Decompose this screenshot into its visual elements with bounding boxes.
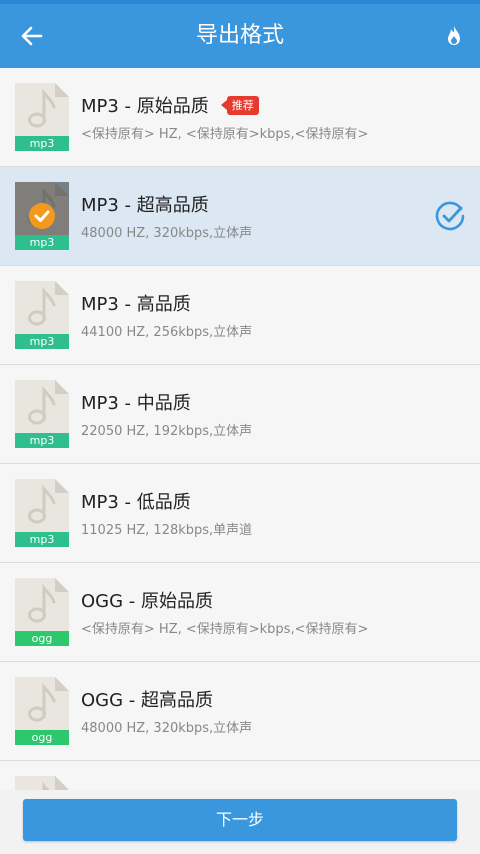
file-icon: mp3 bbox=[15, 479, 69, 547]
file-icon: ogg bbox=[15, 677, 69, 745]
format-desc: 11025 HZ, 128kbps,单声道 bbox=[81, 523, 253, 538]
format-desc: <保持原有> HZ, <保持原有>kbps,<保持原有> bbox=[81, 127, 369, 142]
flame-icon[interactable] bbox=[442, 24, 466, 48]
format-item[interactable]: mp3 MP3 - 中品质 22050 HZ, 192kbps,立体声 bbox=[0, 365, 480, 464]
format-name: OGG - 超高品质 bbox=[81, 690, 214, 711]
page-title: 导出格式 bbox=[195, 23, 284, 48]
file-ext-label: ogg bbox=[15, 730, 69, 745]
format-name: MP3 - 原始品质 bbox=[81, 96, 209, 117]
format-name: OGG - 原始品质 bbox=[81, 591, 214, 612]
format-text: MP3 - 原始品质 推荐 <保持原有> HZ, <保持原有>kbps,<保持原有> bbox=[81, 92, 480, 142]
format-item[interactable]: ogg OGG - 超高品质 48000 HZ, 320kbps,立体声 bbox=[0, 662, 480, 761]
format-item[interactable]: mp3 MP3 - 低品质 11025 HZ, 128kbps,单声道 bbox=[0, 464, 480, 563]
selected-check-icon bbox=[435, 201, 465, 231]
file-icon: mp3 bbox=[15, 182, 69, 250]
format-name: MP3 - 超高品质 bbox=[81, 195, 209, 216]
file-ext-label: mp3 bbox=[15, 433, 69, 448]
next-step-button[interactable]: 下一步 bbox=[23, 799, 457, 841]
file-ext-label: mp3 bbox=[15, 136, 69, 151]
format-item[interactable]: mp3 MP3 - 超高品质 48000 HZ, 320kbps,立体声 bbox=[0, 167, 480, 266]
format-name: MP3 - 低品质 bbox=[81, 492, 191, 513]
format-text: MP3 - 低品质 11025 HZ, 128kbps,单声道 bbox=[81, 488, 480, 538]
file-ext-label: ogg bbox=[15, 631, 69, 646]
recommend-badge: 推荐 bbox=[220, 95, 259, 115]
file-ext-label: mp3 bbox=[15, 235, 69, 250]
file-icon: ogg bbox=[15, 578, 69, 646]
file-icon: mp3 bbox=[15, 380, 69, 448]
bottom-bar: 下一步 bbox=[0, 790, 480, 854]
format-desc: 48000 HZ, 320kbps,立体声 bbox=[81, 226, 253, 241]
check-circle-icon bbox=[29, 203, 55, 229]
format-item[interactable]: mp3 MP3 - 原始品质 推荐 <保持原有> HZ, <保持原有>kbps,<保持… bbox=[0, 68, 480, 167]
format-text: MP3 - 高品质 44100 HZ, 256kbps,立体声 bbox=[81, 290, 480, 340]
app-bar: 导出格式 bbox=[0, 4, 480, 68]
format-name: MP3 - 中品质 bbox=[81, 393, 191, 414]
format-item[interactable]: mp3 MP3 - 高品质 44100 HZ, 256kbps,立体声 bbox=[0, 266, 480, 365]
format-desc: 48000 HZ, 320kbps,立体声 bbox=[81, 721, 253, 736]
format-desc: 22050 HZ, 192kbps,立体声 bbox=[81, 424, 253, 439]
back-button[interactable] bbox=[0, 4, 64, 68]
file-icon: mp3 bbox=[15, 281, 69, 349]
format-desc: 44100 HZ, 256kbps,立体声 bbox=[81, 325, 253, 340]
file-ext-label: mp3 bbox=[15, 334, 69, 349]
format-item[interactable]: ogg OGG - 原始品质 <保持原有> HZ, <保持原有>kbps,<保持原有… bbox=[0, 563, 480, 662]
badge-label: 推荐 bbox=[226, 95, 259, 115]
format-text: MP3 - 超高品质 48000 HZ, 320kbps,立体声 bbox=[81, 191, 480, 241]
format-list: mp3 MP3 - 原始品质 推荐 <保持原有> HZ, <保持原有>kbps,<保持… bbox=[0, 68, 480, 854]
file-ext-label: mp3 bbox=[15, 532, 69, 547]
format-text: OGG - 原始品质 <保持原有> HZ, <保持原有>kbps,<保持原有> bbox=[81, 587, 480, 637]
format-text: OGG - 超高品质 48000 HZ, 320kbps,立体声 bbox=[81, 686, 480, 736]
file-icon: mp3 bbox=[15, 83, 69, 151]
format-desc: <保持原有> HZ, <保持原有>kbps,<保持原有> bbox=[81, 622, 369, 637]
arrow-left-icon bbox=[21, 26, 43, 46]
format-name: MP3 - 高品质 bbox=[81, 294, 191, 315]
format-text: MP3 - 中品质 22050 HZ, 192kbps,立体声 bbox=[81, 389, 480, 439]
